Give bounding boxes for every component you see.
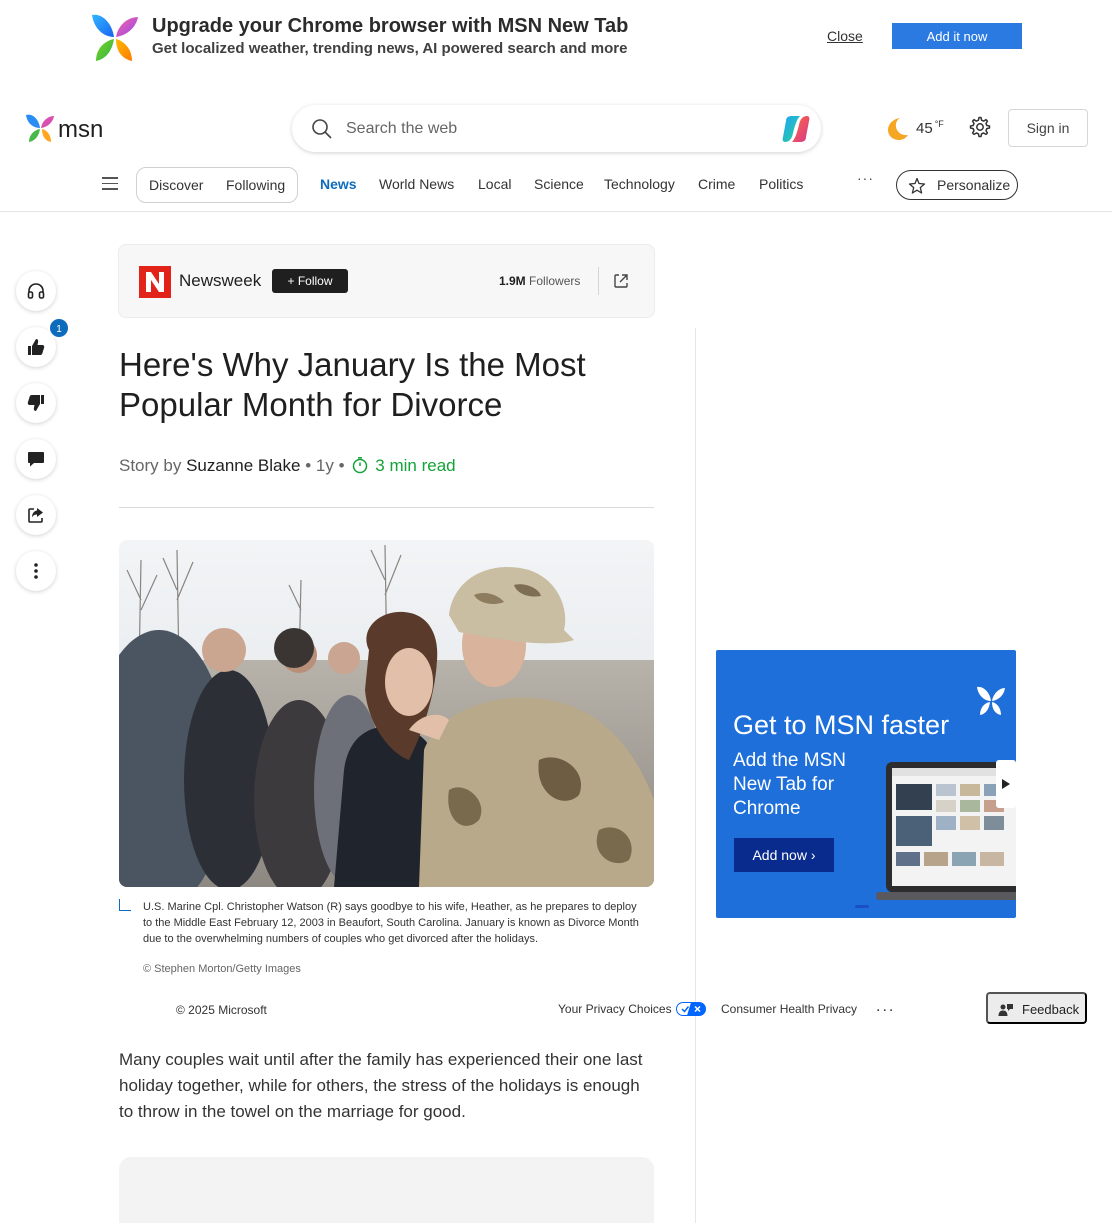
copyright: © 2025 Microsoft — [176, 1003, 267, 1017]
banner-title: Upgrade your Chrome browser with MSN New… — [152, 15, 629, 37]
photo-caption: U.S. Marine Cpl. Christopher Watson (R) … — [143, 901, 639, 945]
add-it-now-button[interactable]: Add it now — [892, 23, 1022, 49]
msn-butterfly-icon — [977, 686, 1005, 715]
temperature-unit: °F — [934, 119, 944, 129]
article-photo[interactable] — [119, 540, 654, 887]
carousel-indicator — [855, 905, 869, 908]
consumer-health-privacy-link[interactable]: Consumer Health Privacy — [721, 1002, 857, 1016]
nav-item-local[interactable]: Local — [478, 176, 511, 192]
banner-subtitle: Get localized weather, trending news, AI… — [152, 40, 628, 57]
nav-item-science[interactable]: Science — [534, 176, 584, 192]
search-icon[interactable] — [311, 118, 333, 140]
article-paragraph: Many couples wait until after the family… — [119, 1050, 643, 1121]
feed-toggle: Discover Following — [136, 167, 298, 203]
feedback-button[interactable]: Feedback — [986, 992, 1087, 1024]
chevron-right-icon: › — [806, 847, 816, 863]
menu-icon[interactable] — [102, 177, 118, 191]
share-icon — [28, 508, 43, 523]
publisher-name[interactable]: Newsweek — [179, 271, 261, 291]
svg-text:msn: msn — [58, 116, 103, 143]
plus-icon: + — [287, 274, 298, 288]
article-age: 1y — [315, 456, 334, 475]
tab-discover[interactable]: Discover — [149, 177, 203, 193]
nav-item-technology[interactable]: Technology — [604, 176, 675, 192]
nav-item-crime[interactable]: Crime — [698, 176, 735, 192]
banner-close-link[interactable]: Close — [827, 28, 863, 44]
share-button[interactable] — [16, 495, 56, 535]
tab-following[interactable]: Following — [226, 177, 285, 193]
ad-next-button[interactable] — [996, 760, 1016, 808]
article-headline: Here's Why January Is the Most Popular M… — [119, 346, 586, 423]
moon-icon — [888, 118, 908, 140]
read-time: 3 min read — [375, 456, 456, 475]
comment-icon — [28, 452, 44, 467]
divider — [119, 507, 654, 508]
nav-item-world-news[interactable]: World News — [379, 176, 454, 192]
content-placeholder — [119, 1157, 654, 1223]
ad-add-now-button[interactable]: Add now › — [734, 838, 834, 872]
followers-count: 1.9M Followers — [499, 274, 581, 288]
caption-marker — [119, 899, 131, 911]
personalize-button[interactable]: Personalize — [896, 170, 1018, 200]
copilot-icon[interactable] — [780, 113, 812, 145]
msn-promo-ad[interactable]: Get to MSN faster Add the MSN New Tab fo… — [716, 650, 1016, 918]
laptop-illustration — [876, 762, 1016, 900]
play-arrow-icon — [1002, 779, 1010, 789]
personalize-label: Personalize — [937, 177, 1011, 193]
byline: Story by Suzanne Blake • 1y • 3 min read — [119, 456, 456, 475]
like-count-badge: 1 — [48, 317, 70, 339]
nav-more-button[interactable]: ··· — [857, 170, 874, 186]
thumbs-up-icon — [28, 339, 45, 355]
search-input[interactable] — [346, 115, 766, 143]
nav-item-politics[interactable]: Politics — [759, 176, 803, 192]
footer-more-button[interactable]: ... — [876, 998, 895, 1016]
column-divider — [695, 328, 696, 1223]
feedback-person-icon — [998, 1004, 1013, 1016]
msn-logo[interactable]: msn — [24, 111, 106, 145]
follow-label: Follow — [297, 274, 333, 288]
photo-image — [119, 540, 654, 887]
more-options-button[interactable] — [16, 551, 56, 591]
search-box[interactable] — [292, 105, 821, 152]
sparkle-star-icon — [908, 177, 926, 194]
feedback-label: Feedback — [1022, 1002, 1080, 1017]
ad-subtitle: Add the MSN New Tab for Chrome — [733, 750, 846, 819]
headphones-icon — [27, 283, 45, 299]
nav-item-news[interactable]: News — [320, 176, 357, 192]
listen-button[interactable] — [16, 271, 56, 311]
timer-icon — [353, 457, 368, 474]
comments-button[interactable] — [16, 439, 56, 479]
nav-bar: Discover Following News World News Local… — [0, 164, 1112, 212]
more-vertical-icon — [34, 563, 38, 579]
upgrade-banner: Upgrade your Chrome browser with MSN New… — [0, 0, 1112, 74]
thumbs-down-icon — [27, 395, 44, 411]
newsweek-logo[interactable] — [139, 266, 171, 298]
top-header: msn 45 °F Sign in — [0, 96, 1112, 160]
author-name[interactable]: Suzanne Blake — [186, 456, 300, 475]
temperature: 45 — [916, 119, 933, 137]
privacy-toggle-icon — [675, 1002, 706, 1016]
follow-button[interactable]: + Follow — [272, 269, 348, 293]
ad-title: Get to MSN faster — [733, 710, 950, 740]
dislike-button[interactable] — [16, 383, 56, 423]
msn-butterfly-icon — [92, 14, 138, 61]
weather-widget[interactable]: 45 °F — [884, 114, 944, 142]
gear-icon[interactable] — [968, 115, 992, 139]
photo-credit: © Stephen Morton/Getty Images — [143, 963, 301, 975]
privacy-choices-link[interactable]: Your Privacy Choices — [558, 1002, 706, 1016]
sign-in-button[interactable]: Sign in — [1008, 109, 1088, 147]
divider — [598, 267, 599, 295]
publisher-card: Newsweek + Follow 1.9M Followers — [118, 244, 655, 318]
external-link-icon[interactable] — [612, 272, 630, 290]
